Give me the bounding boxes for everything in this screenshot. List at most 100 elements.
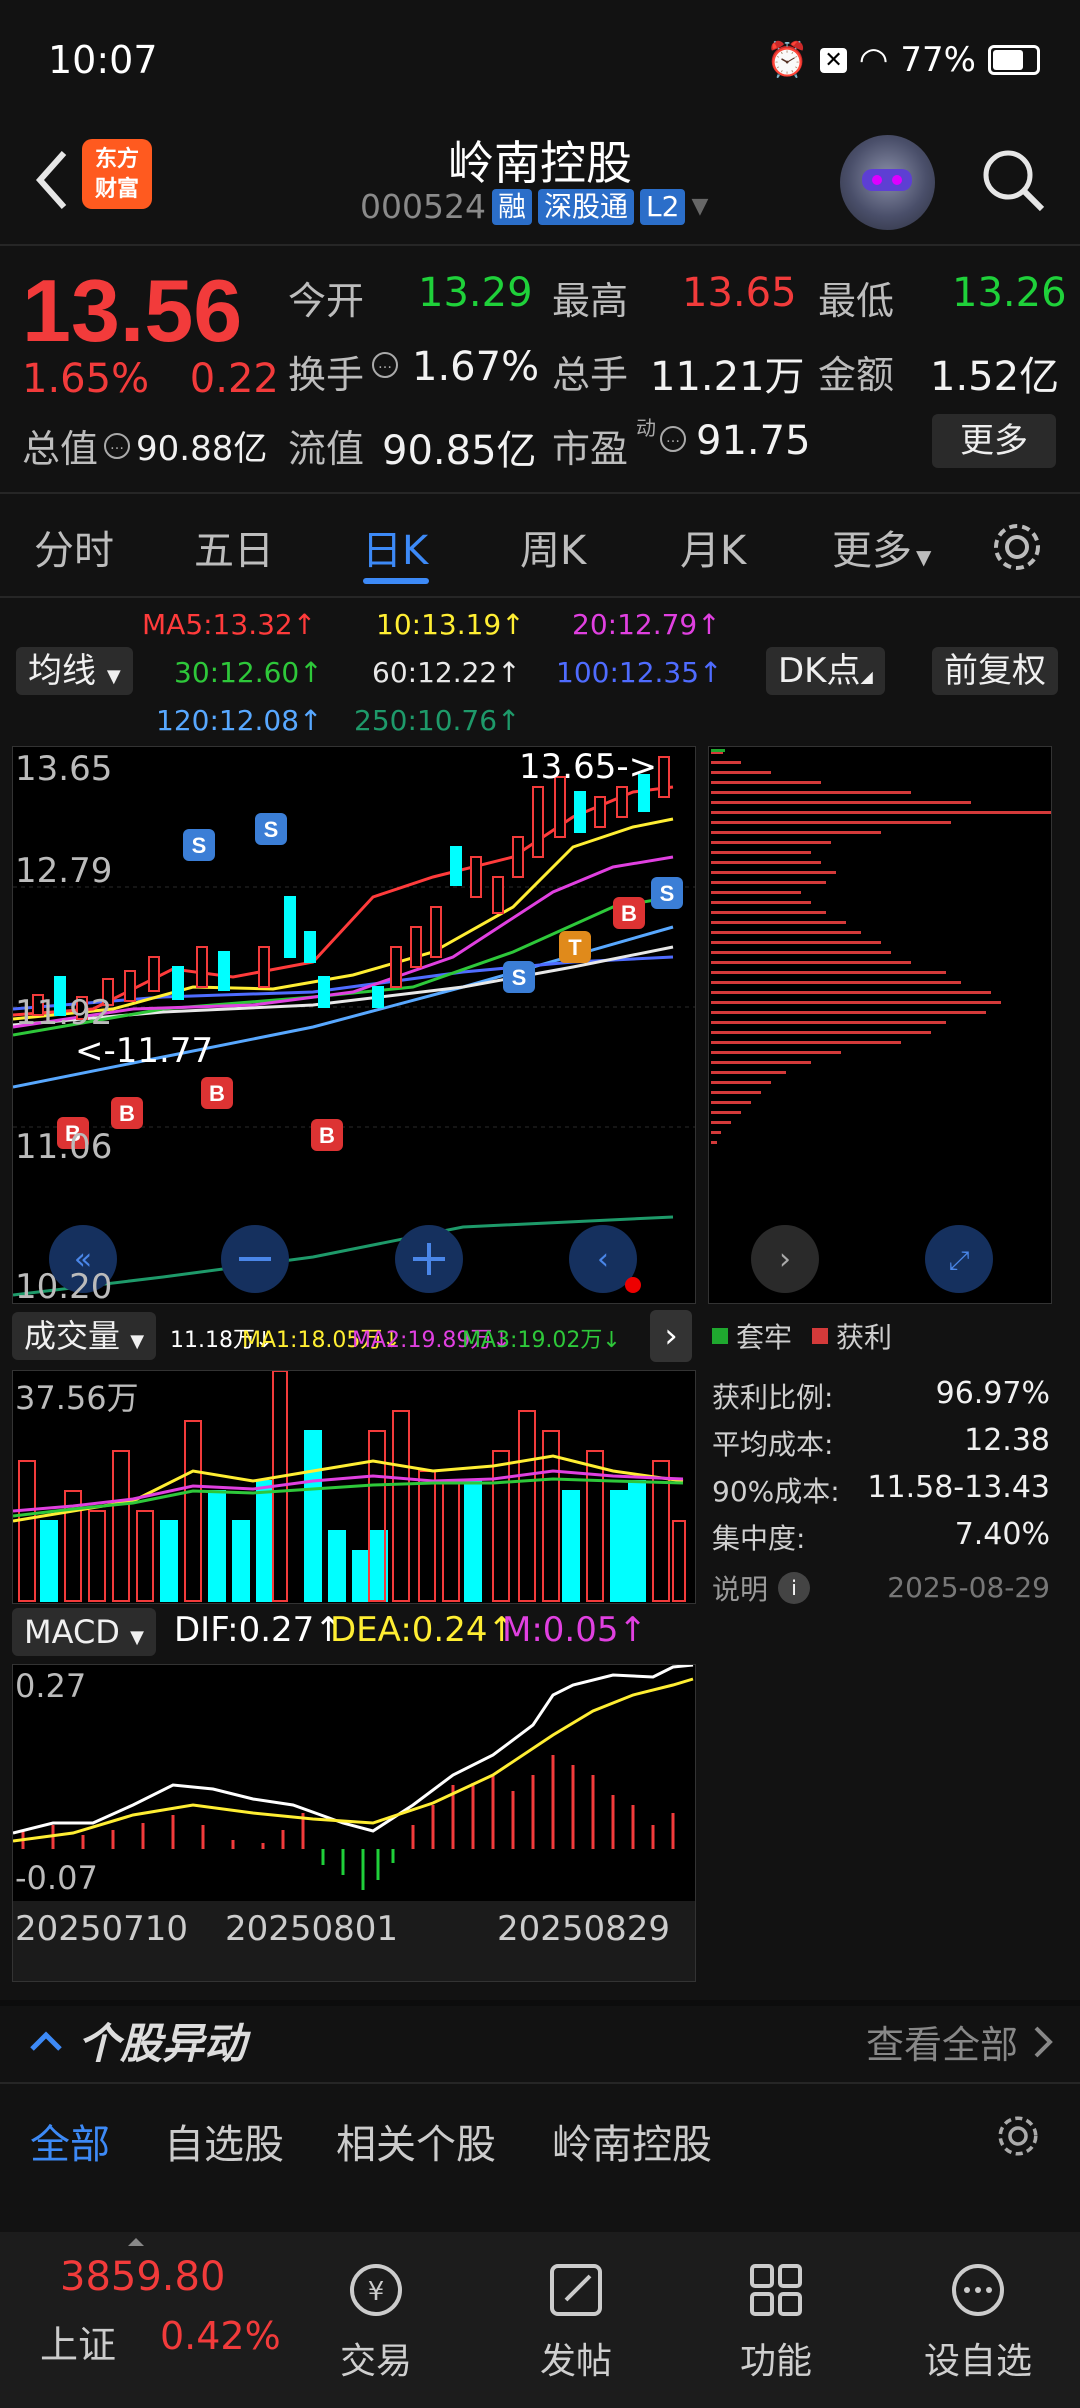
tab-more[interactable]: 更多 ▼ [832,518,931,576]
low-label: 最低 [818,279,895,323]
macd-dif: DIF:0.27↑ [174,1610,343,1650]
more-quote-button[interactable]: 更多 [932,414,1056,468]
movement-tab-related[interactable]: 相关个股 [336,2112,496,2170]
macd-y-top: 0.27 [15,1667,87,1705]
dif-line [13,1665,694,1835]
movement-title: 个股异动 [78,2019,247,2068]
note-row: 说明 i 2025-08-29 [712,1564,1050,1611]
tag-margin: 融 [491,188,532,225]
view-all-link[interactable]: 查看全部 [866,2014,1056,2069]
status-icons: ⏰ ✕ ◠ 77% [766,40,1040,80]
info-icon[interactable]: … [104,432,131,459]
macd-chart[interactable]: 0.27 -0.07 20250710 20250801 20250829 [12,1664,696,1982]
volume-y-top: 37.56万 [15,1379,139,1417]
legend-trap: 套牢 [712,1316,792,1356]
kline-high-marker: 13.65-> [519,747,658,787]
active-tab-indicator [363,578,429,584]
turnover-info-icon[interactable]: … [372,352,398,378]
t-marker: T [559,931,591,963]
movement-tab-watchlist[interactable]: 自选股 [164,2112,284,2170]
nav-trade-label: 交易 [339,2341,412,2382]
volume-dropdown-label: 成交量 [24,1317,121,1355]
tab-monthly-k[interactable]: 月K [680,518,746,576]
nav-post[interactable]: 发帖 [496,2232,656,2408]
tab-five-day[interactable]: 五日 [194,518,274,576]
index-name: 上证 [40,2323,117,2367]
high-value: 13.65 [682,270,797,316]
stat-label: 集中度: [712,1522,806,1555]
change-row: 1.65% 0.22 [22,356,279,402]
index-widget[interactable]: 3859.80 上证 0.42% [0,2232,290,2408]
candles [32,756,670,1020]
movement-header[interactable]: 个股异动 [26,2010,246,2071]
ma-dropdown[interactable]: 均线 ▼ [16,647,133,695]
legend-profit-label: 获利 [836,1321,893,1354]
chip-stats: 获利比例: 96.97% 平均成本: 12.38 90%成本: 11.58-13.43… [712,1376,1050,1611]
macd-m: M:0.05↑ [502,1610,647,1650]
adjust-button[interactable]: 前复权 [932,647,1058,695]
legend-trap-label: 套牢 [736,1321,793,1354]
kline-chart[interactable]: B B B B B S S S S T « ‹ 13.65 12.79 11.9… [12,746,696,1307]
dk-point-button[interactable]: DK点◢ [766,647,885,695]
movement-settings-icon[interactable] [994,2112,1042,2160]
nav-functions[interactable]: 功能 [696,2232,856,2408]
movement-tab-stock[interactable]: 岭南控股 [552,2112,712,2170]
date-start: 20250710 [15,1909,189,1949]
tab-weekly-k[interactable]: 周K [520,518,586,576]
note-button[interactable]: 说明 i [712,1568,811,1608]
nav-functions-label: 功能 [739,2341,812,2382]
stat-label: 获利比例: [712,1381,834,1414]
volume-ma3: MA3:19.02万↓ [462,1328,621,1353]
svg-text:B: B [119,1101,135,1126]
stat-value: 96.97% [935,1376,1050,1411]
ma30-label: 30:12.60↑ [174,656,323,689]
alarm-icon: ⏰ [765,40,809,80]
svg-text:B: B [319,1123,335,1148]
pe-info-icon[interactable]: … [660,426,686,452]
assistant-avatar[interactable] [840,135,935,230]
macd-dea: DEA:0.24↑ [330,1610,516,1650]
note-label: 说明 [712,1572,769,1606]
trade-icon: ¥ [350,2264,402,2316]
view-all-label: 查看全部 [865,2023,1018,2067]
tab-intraday[interactable]: 分时 [34,518,114,576]
volume-chart[interactable]: 37.56万 [12,1370,696,1604]
header: 东方 财富 岭南控股 000524 融 深股通 L2 ▼ [0,125,1080,245]
svg-text:T: T [568,935,582,960]
amount-value: 1.52亿 [930,354,1060,400]
buy-marker: B [201,1077,233,1109]
chip-distribution-chart[interactable]: › ⤢ [708,746,1052,1304]
nav-add-watchlist[interactable]: 设自选 [898,2232,1058,2408]
sell-marker: S [255,813,287,845]
wifi-icon: ◠ [858,40,889,80]
nav-trade[interactable]: ¥ 交易 [296,2232,456,2408]
stat-value: 12.38 [964,1423,1050,1458]
stat-row: 90%成本: 11.58-13.43 [712,1470,1050,1517]
amount-label: 金额 [818,353,895,397]
settings-gear-icon[interactable] [990,520,1044,574]
pe-value: 91.75 [696,418,811,464]
change-value: 0.22 [189,356,279,402]
volume-expand-button[interactable]: › [650,1310,692,1362]
chevron-up-icon [30,2030,62,2051]
status-bar: 10:07 ⏰ ✕ ◠ 77% [0,0,1080,125]
stock-subtitle[interactable]: 000524 融 深股通 L2 ▼ [360,187,708,226]
mktcap-label: 总值 [22,427,99,471]
tab-daily-k[interactable]: 日K [362,518,428,576]
movement-tab-all[interactable]: 全部 [30,2112,110,2170]
open-value: 13.29 [418,270,533,316]
stat-label: 90%成本: [712,1475,840,1508]
macd-y-bottom: -0.07 [15,1859,98,1897]
index-change: 0.42% [160,2314,281,2358]
turnover-label: 换手 [288,353,365,397]
macd-dropdown[interactable]: MACD ▼ [12,1608,156,1656]
kline-y-4: 11.06 [15,1127,113,1167]
tag-connect: 深股通 [538,188,635,225]
volume-dropdown[interactable]: 成交量 ▼ [12,1312,157,1360]
stat-value: 7.40% [954,1517,1050,1552]
kline-y-bottom: 10.20 [15,1267,113,1307]
dea-line [13,1677,694,1843]
pe-label: 市盈 [552,427,629,471]
period-tabs: 分时 五日 日K 周K 月K 更多 ▼ [0,494,1080,594]
search-icon[interactable] [978,145,1048,215]
